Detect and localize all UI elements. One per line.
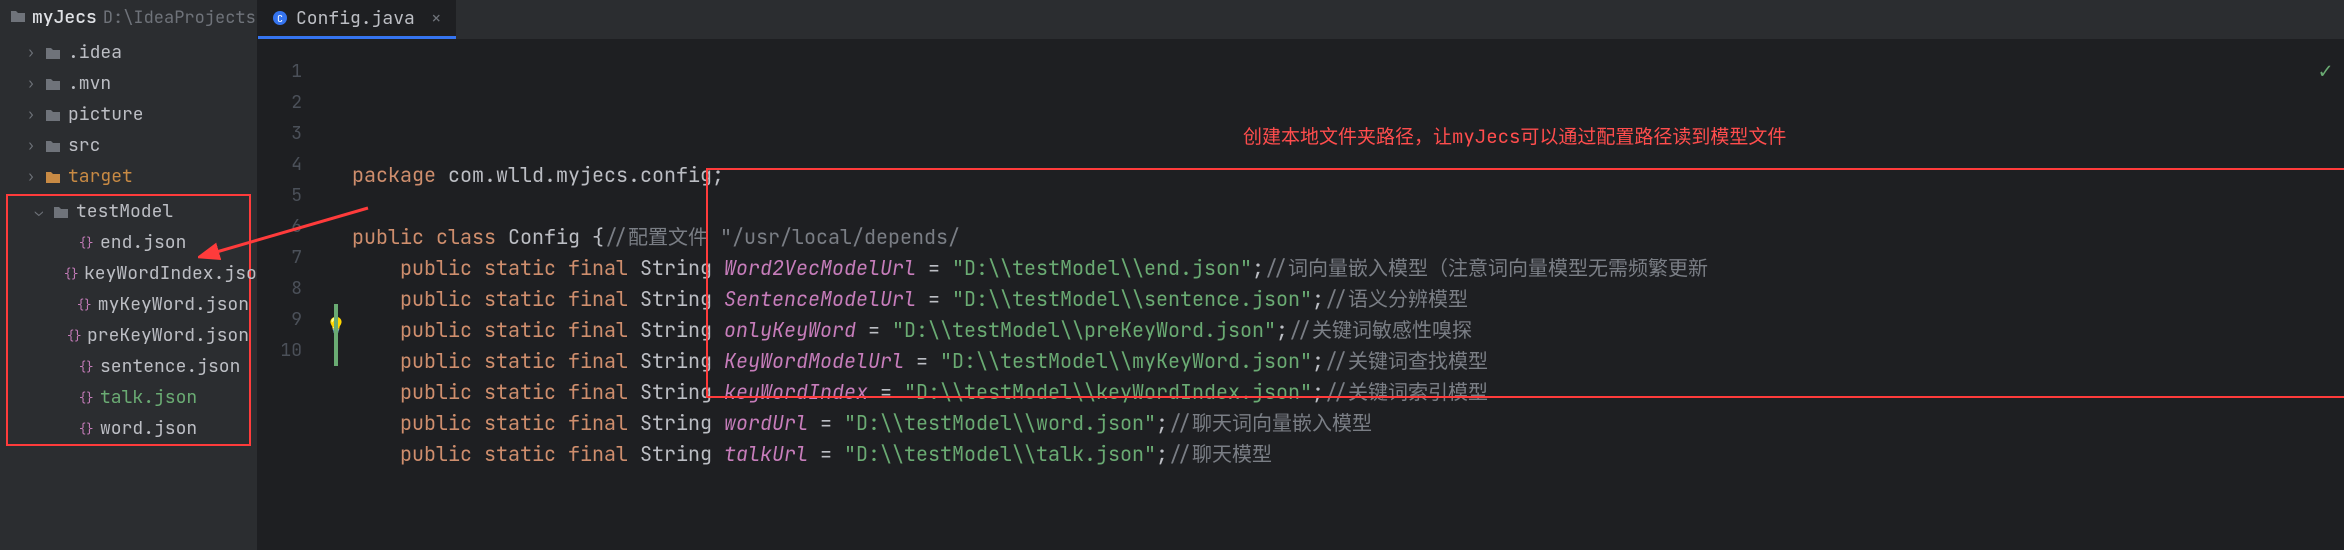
json-file-icon: {} (76, 235, 94, 251)
tab-label: Config.java (296, 7, 415, 30)
folder-icon (44, 108, 62, 122)
folder-picture[interactable]: › picture (0, 99, 257, 130)
line-gutter: 123456789💡10 (258, 40, 328, 550)
code-editor[interactable]: 123456789💡10 创建本地文件夹路径，让myJecs可以通过配置路径读到… (258, 40, 2344, 550)
svg-text:{}: {} (67, 328, 81, 344)
code-line[interactable]: public static final String SentenceModel… (328, 284, 2344, 315)
project-icon (10, 6, 26, 29)
json-file-icon: {} (76, 390, 94, 406)
folder-icon (44, 77, 62, 91)
tab-config-java[interactable]: C Config.java × (258, 0, 456, 39)
file-preKeyWord-json[interactable]: {} preKeyWord.json (8, 320, 249, 351)
line-number[interactable]: 2 (258, 87, 328, 118)
folder-target[interactable]: › target (0, 161, 257, 192)
project-header[interactable]: myJecs D:\IdeaProjects\myJecs (0, 0, 257, 35)
file-sentence-json[interactable]: {} sentence.json (8, 351, 249, 382)
highlight-box-tree: ⌄testModel{}end.json{}keyWordIndex.json{… (6, 194, 251, 446)
svg-text:{}: {} (79, 390, 93, 406)
line-number[interactable]: 1 (258, 56, 328, 87)
svg-text:C: C (277, 12, 283, 25)
json-file-icon: {} (75, 297, 92, 313)
svg-text:{}: {} (79, 359, 93, 375)
checkmark-icon[interactable]: ✓ (2319, 56, 2332, 85)
folder-testModel[interactable]: ⌄ testModel (8, 196, 249, 227)
tree-item-label: end.json (100, 231, 186, 254)
tree-item-label: picture (68, 103, 144, 126)
tree-item-label: testModel (76, 200, 173, 223)
line-number[interactable]: 4 (258, 149, 328, 180)
tree-item-label: target (68, 165, 133, 188)
tree-item-label: src (68, 134, 100, 157)
project-tree: › .idea › .mvn › picture › src › target ⌄ testModel… (0, 35, 257, 448)
code-line[interactable]: public static final String wordUrl = "D:… (328, 408, 2344, 439)
tree-item-label: .mvn (68, 72, 111, 95)
json-file-icon: {} (76, 359, 94, 375)
code-line[interactable]: public static final String keyWordIndex … (328, 377, 2344, 408)
line-number[interactable]: 6 (258, 211, 328, 242)
code-line[interactable]: public class Config {//配置文件 "/usr/local/… (328, 222, 2344, 253)
code-line[interactable]: public static final String onlyKeyWord =… (328, 315, 2344, 346)
project-name: myJecs (32, 6, 97, 29)
folder-icon (44, 170, 62, 184)
annotation-text: 创建本地文件夹路径，让myJecs可以通过配置路径读到模型文件 (1243, 122, 1786, 149)
svg-text:{}: {} (64, 266, 78, 282)
tree-item-label: preKeyWord.json (87, 324, 249, 347)
editor-area: C Config.java × 123456789💡10 创建本地文件夹路径，让… (258, 0, 2344, 550)
code-line[interactable]: public static final String Word2VecModel… (328, 253, 2344, 284)
line-number[interactable]: 7 (258, 242, 328, 273)
editor-tabs: C Config.java × (258, 0, 2344, 40)
tree-item-label: sentence.json (100, 355, 240, 378)
folder-src[interactable]: › src (0, 130, 257, 161)
json-file-icon: {} (62, 266, 78, 282)
close-icon[interactable]: × (431, 7, 442, 30)
folder-icon (44, 139, 62, 153)
line-number[interactable]: 9💡 (258, 304, 328, 335)
code-line[interactable]: public static final String KeyWordModelU… (328, 346, 2344, 377)
class-icon: C (272, 10, 288, 26)
file-word-json[interactable]: {} word.json (8, 413, 249, 444)
line-number[interactable]: 3 (258, 118, 328, 149)
line-number[interactable]: 5 (258, 180, 328, 211)
folder-icon (52, 205, 70, 219)
svg-text:{}: {} (77, 297, 91, 313)
chevron-icon[interactable]: › (24, 44, 38, 62)
folder--mvn[interactable]: › .mvn (0, 68, 257, 99)
file-talk-json[interactable]: {} talk.json (8, 382, 249, 413)
svg-text:{}: {} (79, 421, 93, 437)
folder--idea[interactable]: › .idea (0, 37, 257, 68)
chevron-icon[interactable]: › (24, 137, 38, 155)
file-myKeyWord-json[interactable]: {} myKeyWord.json (8, 289, 249, 320)
tree-item-label: keyWordIndex.json (84, 262, 258, 285)
json-file-icon: {} (76, 421, 94, 437)
code-line[interactable] (328, 191, 2344, 222)
code-content[interactable]: 创建本地文件夹路径，让myJecs可以通过配置路径读到模型文件 package … (328, 40, 2344, 550)
json-file-icon: {} (65, 328, 81, 344)
tree-item-label: talk.json (100, 386, 197, 409)
svg-text:{}: {} (79, 235, 93, 251)
line-number[interactable]: 10 (258, 335, 328, 366)
line-number[interactable]: 8 (258, 273, 328, 304)
folder-icon (44, 46, 62, 60)
tree-item-label: word.json (100, 417, 197, 440)
code-line[interactable]: public static final String talkUrl = "D:… (328, 439, 2344, 470)
file-end-json[interactable]: {} end.json (8, 227, 249, 258)
project-path: D:\IdeaProjects\myJecs (103, 7, 258, 29)
chevron-icon[interactable]: › (24, 168, 38, 186)
code-line[interactable]: package com.wlld.myjecs.config; (328, 160, 2344, 191)
chevron-icon[interactable]: › (24, 106, 38, 124)
project-sidebar: myJecs D:\IdeaProjects\myJecs › .idea › .mv… (0, 0, 258, 550)
file-keyWordIndex-json[interactable]: {}keyWordIndex.json (8, 258, 249, 289)
tree-item-label: myKeyWord.json (98, 293, 249, 316)
tree-item-label: .idea (68, 41, 122, 64)
chevron-icon[interactable]: › (24, 75, 38, 93)
chevron-icon[interactable]: ⌄ (32, 203, 46, 221)
